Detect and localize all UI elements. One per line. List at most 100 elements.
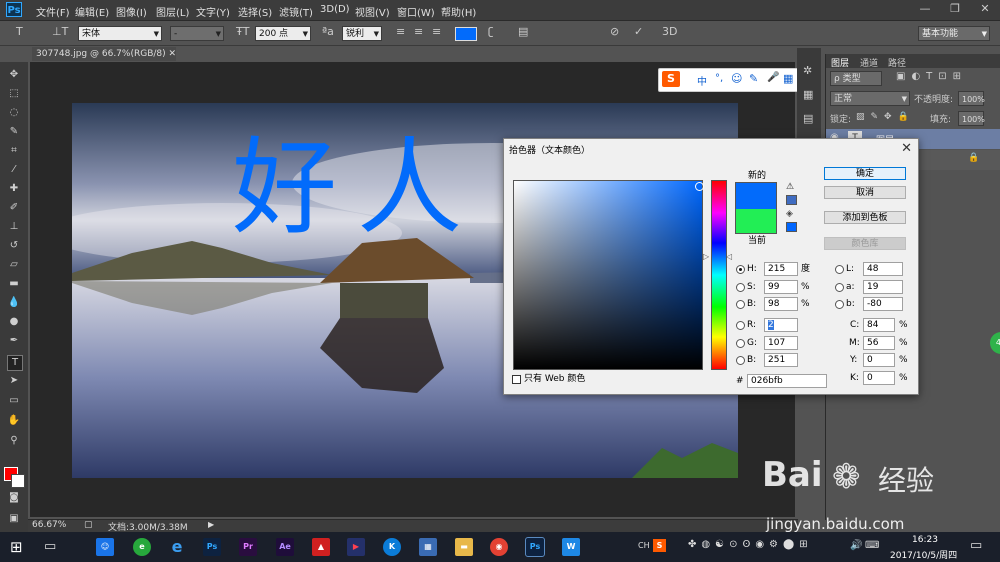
lasso-tool-icon[interactable]: ◌ (7, 106, 21, 120)
input-r[interactable]: 2 (764, 318, 798, 332)
hand-tool-icon[interactable]: ✋ (7, 414, 21, 428)
character-panel-icon[interactable]: ▤ (518, 25, 528, 38)
floating-badge[interactable]: 41 (990, 332, 1000, 354)
tray-lang[interactable]: CH (638, 541, 650, 550)
menu-image[interactable]: 图像(I) (116, 4, 147, 19)
taskbar-photoshop-active-icon[interactable]: Ps (525, 537, 545, 557)
volume-icon[interactable]: 🔊 (850, 540, 862, 551)
notification-icon[interactable]: ▭ (970, 538, 982, 553)
taskbar-after-effects-icon[interactable]: Ae (276, 538, 294, 556)
taskbar-k-app-icon[interactable]: K (383, 538, 401, 556)
align-left-icon[interactable]: ≡ (396, 25, 405, 38)
type-tool-icon-active[interactable]: T (7, 355, 23, 371)
opacity-input[interactable]: 100% (958, 91, 985, 106)
text-color-swatch[interactable] (455, 27, 477, 41)
cancel-button[interactable]: 取消 (824, 186, 906, 199)
radio-r[interactable] (736, 321, 745, 330)
layer-filter-select[interactable]: ρ 类型 (830, 71, 882, 86)
input-g[interactable]: 107 (764, 336, 798, 350)
menu-help[interactable]: 帮助(H) (441, 4, 476, 19)
input-s[interactable]: 99 (764, 280, 798, 294)
zoom-tool-icon[interactable]: ⚲ (7, 434, 21, 448)
tray-icons[interactable]: ✤◍☯⊙ʘ◉⚙⬤⊞ (688, 539, 813, 550)
input-b[interactable]: 98 (764, 297, 798, 311)
ime-logo[interactable]: S (662, 71, 680, 87)
task-view-icon[interactable]: ▭ (44, 539, 56, 554)
quick-select-icon[interactable]: ✎ (7, 125, 21, 139)
warp-text-icon[interactable]: ʗ (488, 25, 494, 38)
adjustments-icon[interactable]: ▦ (803, 88, 813, 101)
radio-a[interactable] (835, 283, 844, 292)
canvas-text-layer[interactable]: 好人 (232, 103, 482, 255)
ime-emoji-icon[interactable]: ☺ (731, 72, 742, 85)
marquee-tool-icon[interactable]: ⬚ (7, 87, 21, 101)
tab-paths[interactable]: 路径 (888, 56, 906, 69)
document-tab[interactable]: 307748.jpg @ 66.7%(RGB/8) ✕ (32, 47, 176, 61)
input-a[interactable]: 19 (863, 280, 903, 294)
taskbar-ie-icon[interactable]: e (168, 538, 186, 556)
path-select-icon[interactable]: ➤ (7, 374, 21, 388)
crop-tool-icon[interactable]: ⌗ (7, 144, 21, 158)
blend-mode-select[interactable]: 正常 ▼ (830, 91, 910, 106)
dialog-close-icon[interactable]: ✕ (901, 141, 912, 156)
menu-select[interactable]: 选择(S) (238, 4, 272, 19)
3d-icon[interactable]: 3D (662, 25, 677, 38)
fill-input[interactable]: 100% (958, 111, 985, 126)
input-l[interactable]: 48 (863, 262, 903, 276)
add-to-swatches-button[interactable]: 添加到色板 (824, 211, 906, 224)
taskbar-premiere-icon[interactable]: Pr (239, 538, 257, 556)
restore-icon[interactable]: ❐ (940, 0, 970, 18)
clock-date[interactable]: 2017/10/5/周四 (890, 548, 957, 561)
taskbar-app-finder-icon[interactable]: ☺ (96, 538, 114, 556)
tab-layers[interactable]: 图层 (831, 56, 849, 69)
zoom-level[interactable]: 66.67% (32, 520, 66, 530)
pen-tool-icon[interactable]: ✒ (7, 334, 21, 348)
layer-filter-icons[interactable]: ▣◐T⊡⊞ (896, 71, 967, 82)
lock-icons[interactable]: ▨✎✥🔒 (856, 112, 915, 122)
input-y[interactable]: 0 (863, 353, 895, 367)
input-k[interactable]: 0 (863, 371, 895, 385)
hue-slider[interactable] (711, 180, 727, 370)
font-family-select[interactable]: 宋体 ▼ (78, 26, 162, 41)
menu-window[interactable]: 窗口(W) (397, 4, 435, 19)
clone-stamp-icon[interactable]: ⊥ (7, 220, 21, 234)
radio-b[interactable] (736, 300, 745, 309)
menu-type[interactable]: 文字(Y) (196, 4, 230, 19)
close-tab-icon[interactable]: ✕ (169, 49, 177, 59)
taskbar-media-icon[interactable]: ▶ (347, 538, 365, 556)
move-tool-icon[interactable]: ✥ (7, 68, 21, 82)
taskbar-word-icon[interactable]: W (562, 538, 580, 556)
brush-tool-icon[interactable]: ✐ (7, 201, 21, 215)
current-color-swatch[interactable] (735, 209, 777, 234)
font-size-select[interactable]: 200 点 ▼ (255, 26, 311, 41)
taskbar-calc-icon[interactable]: ▦ (419, 538, 437, 556)
antialias-select[interactable]: 锐利 ▼ (342, 26, 382, 41)
ime-handwrite-icon[interactable]: ✎ (749, 72, 758, 85)
ime-voice-icon[interactable]: 🎤 (767, 72, 779, 83)
rectangle-tool-icon[interactable]: ▭ (7, 394, 21, 408)
gamut-warning-icon[interactable]: ⚠ (786, 182, 794, 192)
history-brush-icon[interactable]: ↺ (7, 239, 21, 253)
web-only-checkbox[interactable] (512, 375, 521, 384)
minimize-icon[interactable]: — (910, 0, 940, 18)
type-tool-icon[interactable]: T (16, 25, 23, 38)
color-field[interactable] (513, 180, 704, 370)
menu-file[interactable]: 文件(F) (36, 4, 70, 19)
taskbar-browser-360-icon[interactable]: e (133, 538, 151, 556)
eyedropper-icon[interactable]: ⁄ (7, 163, 21, 177)
color-field-cursor[interactable] (695, 182, 704, 191)
input-h[interactable]: 215 (764, 262, 798, 276)
radio-g[interactable] (736, 339, 745, 348)
align-right-icon[interactable]: ≡ (432, 25, 441, 38)
radio-s[interactable] (736, 283, 745, 292)
toggle-orientation-icon[interactable]: ⊥T (52, 25, 68, 38)
healing-brush-icon[interactable]: ✚ (7, 182, 21, 196)
input-lab-b[interactable]: -80 (863, 297, 903, 311)
menu-view[interactable]: 视图(V) (355, 4, 390, 19)
taskbar-chrome-icon[interactable]: ◉ (490, 538, 508, 556)
blur-tool-icon[interactable]: 💧 (7, 296, 21, 310)
hue-slider-arrow-left-icon[interactable]: ▷ (703, 252, 709, 261)
menu-layer[interactable]: 图层(L) (156, 4, 189, 19)
radio-lab-b[interactable] (835, 300, 844, 309)
screen-mode-icon[interactable]: ▣ (7, 512, 21, 526)
